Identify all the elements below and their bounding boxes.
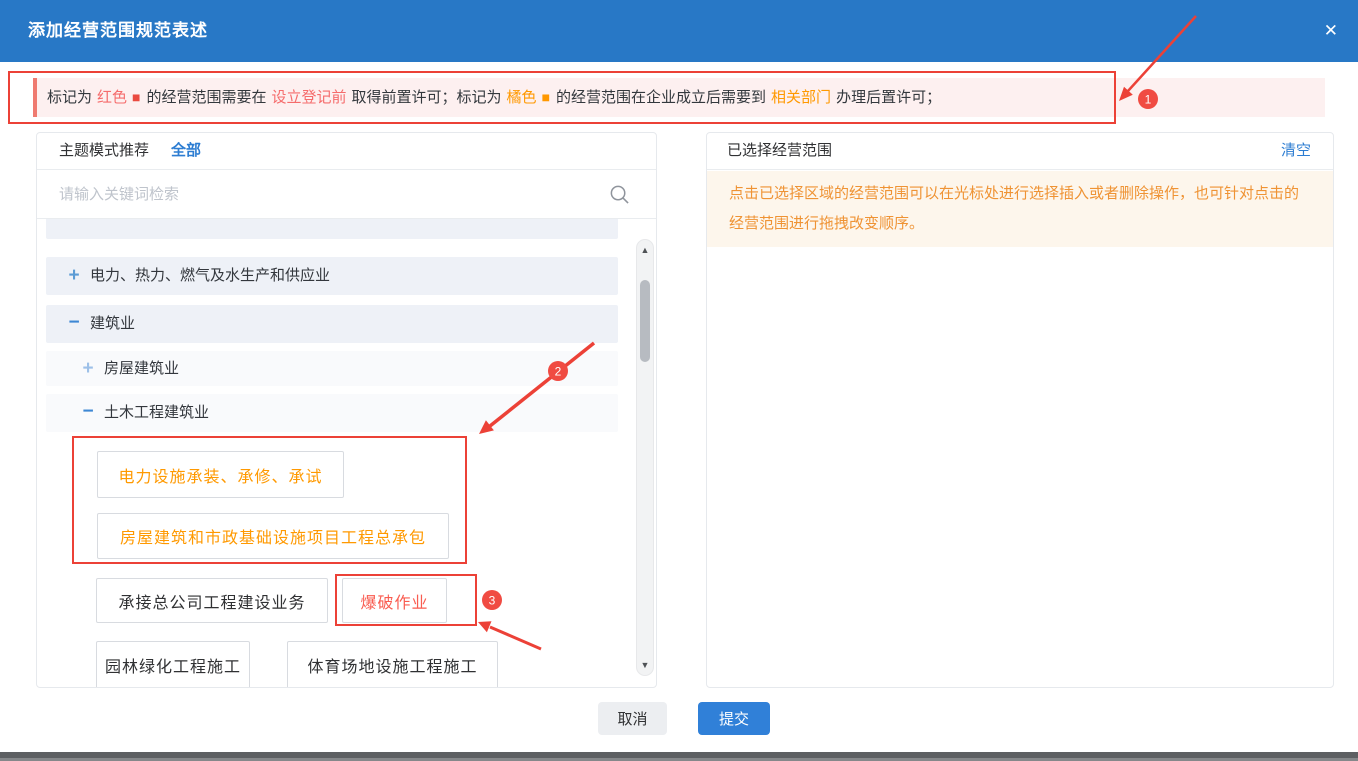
notice-text: 的经营范围需要在 xyxy=(147,89,267,106)
notice-text: 取得前置许可；标记为 xyxy=(352,89,502,106)
modal-title: 添加经营范围规范表述 xyxy=(28,0,208,62)
expand-icon[interactable]: + xyxy=(64,257,84,295)
tree-row-electricity[interactable]: + 电力、热力、燃气及水生产和供应业 xyxy=(46,257,618,295)
notice-text: 标记为 xyxy=(47,89,92,106)
tree-row-construction[interactable]: − 建筑业 xyxy=(46,305,618,343)
notice-orange-word: 橘色 xyxy=(507,89,537,106)
keyword-search-input[interactable] xyxy=(37,170,656,218)
notice-pre-permit: 设立登记前 xyxy=(272,89,347,106)
close-icon[interactable]: ✕ xyxy=(1318,0,1344,62)
submit-button[interactable]: 提交 xyxy=(698,702,770,735)
scope-tag-label: 爆破作业 xyxy=(360,589,428,613)
scope-tag-landscaping[interactable]: 园林绿化工程施工 xyxy=(96,641,250,687)
notice-dept: 相关部门 xyxy=(771,89,831,106)
scope-tag-power-facilities[interactable]: 电力设施承装、承修、承试 xyxy=(97,451,344,498)
scope-tag-label: 体育场地设施工程施工 xyxy=(307,653,477,677)
scope-tag-label: 承接总公司工程建设业务 xyxy=(118,589,305,613)
scope-tag-blasting[interactable]: 爆破作业 xyxy=(342,578,447,623)
tree-row-label: 房屋建筑业 xyxy=(104,351,179,386)
category-tree: + + 电力、热力、燃气及水生产和供应业 − 建筑业 + 房屋建筑业 − 土木工… xyxy=(37,219,656,687)
scope-tag-label: 电力设施承装、承修、承试 xyxy=(118,463,322,487)
notice-red-word: 红色 xyxy=(97,89,127,106)
clear-all-link[interactable]: 清空 xyxy=(1281,133,1311,169)
tab-all[interactable]: 全部 xyxy=(171,133,201,169)
tree-row-label: 电力、热力、燃气及水生产和供应业 xyxy=(90,257,330,295)
selected-panel-title: 已选择经营范围 xyxy=(727,133,832,169)
notice-text: 办理后置许可； xyxy=(836,89,941,106)
red-square-icon: ■ xyxy=(132,78,140,117)
search-bar xyxy=(37,170,656,219)
notice-text: 的经营范围在企业成立后需要到 xyxy=(556,89,766,106)
scope-tag-epc-contracting[interactable]: 房屋建筑和市政基础设施项目工程总承包 xyxy=(97,513,449,559)
selected-scope-panel: 已选择经营范围 清空 点击已选择区域的经营范围可以在光标处进行选择插入或者删除操… xyxy=(706,132,1334,688)
modal-header: 添加经营范围规范表述 ✕ xyxy=(0,0,1358,62)
add-business-scope-modal: 添加经营范围规范表述 ✕ 标记为红色 ■ 的经营范围需要在设立登记前取得前置许可；标… xyxy=(0,0,1358,761)
category-panel-header: 主题模式推荐 全部 xyxy=(37,133,656,170)
selected-panel-hint: 点击已选择区域的经营范围可以在光标处进行选择插入或者删除操作，也可针对点击的经营… xyxy=(707,171,1333,247)
tree-row-civil-engineering[interactable]: − 土木工程建筑业 xyxy=(46,394,618,432)
search-icon[interactable] xyxy=(609,184,630,205)
selected-panel-header: 已选择经营范围 清空 xyxy=(707,133,1333,170)
collapse-icon[interactable]: − xyxy=(78,394,98,430)
orange-square-icon: ■ xyxy=(542,78,550,117)
tree-row-label: 建筑业 xyxy=(90,305,135,343)
tree-row-house-construction[interactable]: + 房屋建筑业 xyxy=(46,351,618,386)
tree-scrollbar[interactable]: ▲ ▼ xyxy=(636,239,654,676)
expand-icon[interactable]: + xyxy=(64,219,84,225)
expand-icon[interactable]: + xyxy=(78,351,98,386)
cancel-button[interactable]: 取消 xyxy=(598,702,667,735)
scope-tag-label: 房屋建筑和市政基础设施项目工程总承包 xyxy=(120,524,426,548)
scroll-up-icon[interactable]: ▲ xyxy=(637,245,653,255)
tree-row-partial[interactable]: + xyxy=(46,219,618,239)
collapse-icon[interactable]: − xyxy=(64,305,84,341)
category-panel: 主题模式推荐 全部 + + 电力、热力、燃气及水生产和供应业 − 建筑业 xyxy=(36,132,657,688)
tab-theme-recommend[interactable]: 主题模式推荐 xyxy=(59,133,149,169)
scope-tag-label: 园林绿化工程施工 xyxy=(105,653,241,677)
scroll-down-icon[interactable]: ▼ xyxy=(637,660,653,670)
scrollbar-thumb[interactable] xyxy=(640,280,650,362)
scope-tag-head-office-projects[interactable]: 承接总公司工程建设业务 xyxy=(96,578,328,623)
scope-tag-sports-facilities[interactable]: 体育场地设施工程施工 xyxy=(287,641,498,687)
legend-notice: 标记为红色 ■ 的经营范围需要在设立登记前取得前置许可；标记为橘色 ■ 的经营范围在企业… xyxy=(33,78,1325,117)
tree-row-label: 土木工程建筑业 xyxy=(104,394,209,432)
